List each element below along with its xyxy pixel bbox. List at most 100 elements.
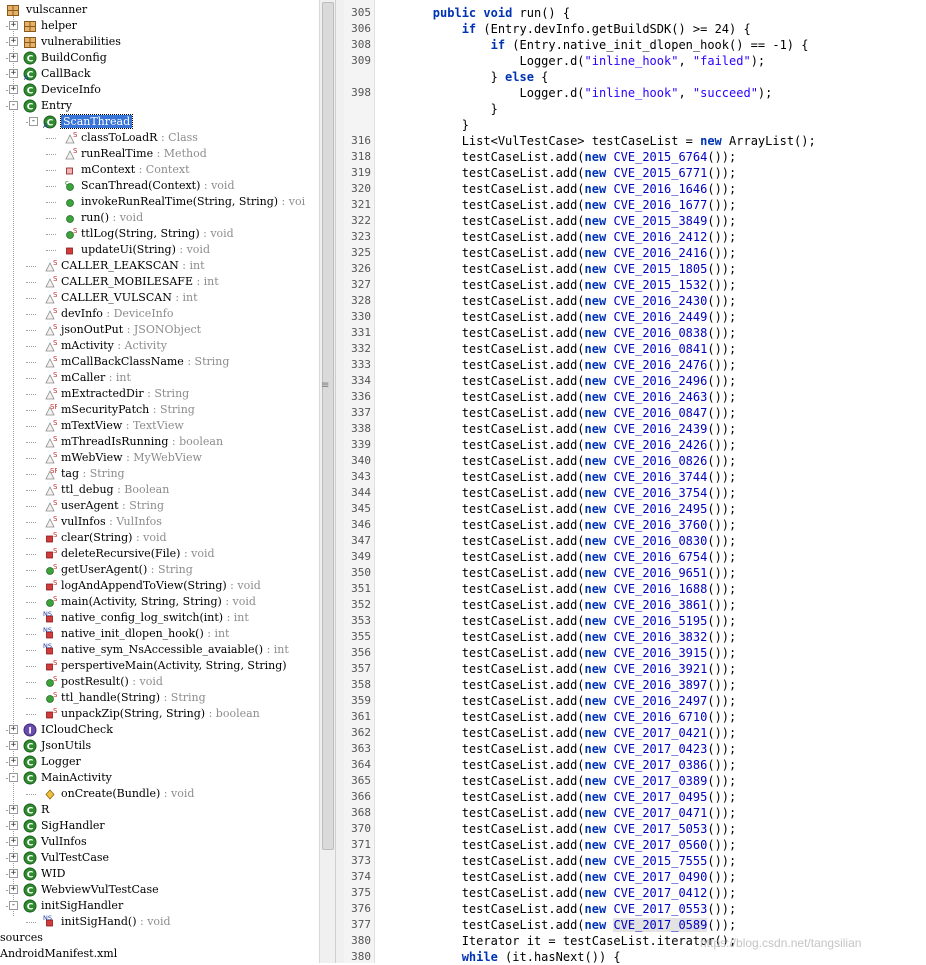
cve-class-name[interactable]: CVE_2016_2495 — [613, 502, 707, 516]
cve-class-name[interactable]: CVE_2017_0421 — [613, 726, 707, 740]
tree-node-label[interactable]: perspertiveMain(Activity, String, String… — [61, 658, 287, 674]
tree-node-name[interactable]: userAgent — [61, 499, 119, 512]
collapse-toggle[interactable]: - — [9, 101, 18, 110]
tree-node-name[interactable]: mSecurityPatch — [61, 403, 149, 416]
expand-toggle[interactable]: + — [9, 805, 18, 814]
code-line[interactable]: testCaseList.add(new CVE_2015_1532()); — [375, 277, 737, 293]
tree-node-label[interactable]: JsonUtils — [41, 738, 91, 754]
tree-node-name[interactable]: vulnerabilities — [41, 35, 121, 48]
tree-node-label[interactable]: helper — [41, 18, 77, 34]
tree-node-name[interactable]: mWebView — [61, 451, 123, 464]
code-line[interactable]: testCaseList.add(new CVE_2016_5195()); — [375, 613, 737, 629]
tree-node-label[interactable]: ttl_handle(String) : String — [61, 690, 206, 706]
tree-node-name[interactable]: ttl_debug — [61, 483, 114, 496]
code-line[interactable]: } — [375, 101, 498, 117]
tree-node-name[interactable]: BuildConfig — [41, 51, 107, 64]
cve-class-name[interactable]: CVE_2016_3744 — [613, 470, 707, 484]
tree-node-label[interactable]: getUserAgent() : String — [61, 562, 193, 578]
cve-class-name[interactable]: CVE_2016_3897 — [613, 678, 707, 692]
code-line[interactable]: testCaseList.add(new CVE_2016_3760()); — [375, 517, 737, 533]
tree-node-label[interactable]: WID — [41, 866, 65, 882]
code-line[interactable]: testCaseList.add(new CVE_2016_3861()); — [375, 597, 737, 613]
tree-node-label[interactable]: tag : String — [61, 466, 125, 482]
tree-node-name[interactable]: mCaller — [61, 371, 105, 384]
cve-class-name[interactable]: CVE_2017_5053 — [613, 822, 707, 836]
cve-class-name[interactable]: CVE_2017_0495 — [613, 790, 707, 804]
tree-node-name[interactable]: native_config_log_switch(int) — [61, 611, 223, 624]
code-line[interactable]: List<VulTestCase> testCaseList = new Arr… — [375, 133, 816, 149]
tree-node-label[interactable]: mContext : Context — [81, 162, 190, 178]
tree-node-label[interactable]: AndroidManifest.xml — [0, 946, 117, 962]
tree-node-label[interactable]: native_config_log_switch(int) : int — [61, 610, 249, 626]
tree-node-label[interactable]: Entry — [41, 98, 72, 114]
code-line[interactable]: testCaseList.add(new CVE_2017_0471()); — [375, 805, 737, 821]
code-line[interactable]: testCaseList.add(new CVE_2016_2497()); — [375, 693, 737, 709]
code-line[interactable]: testCaseList.add(new CVE_2017_0412()); — [375, 885, 737, 901]
code-editor[interactable]: public void run() { if (Entry.devInfo.ge… — [375, 0, 926, 963]
code-line[interactable]: if (Entry.native_init_dlopen_hook() == -… — [375, 37, 809, 53]
tree-node-label[interactable]: mExtractedDir : String — [61, 386, 189, 402]
tree-node-label[interactable]: logAndAppendToView(String) : void — [61, 578, 261, 594]
expand-toggle[interactable]: + — [9, 69, 18, 78]
code-line[interactable]: testCaseList.add(new CVE_2016_3832()); — [375, 629, 737, 645]
cve-class-name[interactable]: CVE_2016_2463 — [613, 390, 707, 404]
code-line[interactable]: testCaseList.add(new CVE_2016_0826()); — [375, 453, 737, 469]
cve-class-name[interactable]: CVE_2016_0841 — [613, 342, 707, 356]
cve-class-name[interactable]: CVE_2015_6771 — [613, 166, 707, 180]
tree-node-label[interactable]: CALLER_VULSCAN : int — [61, 290, 198, 306]
expand-toggle[interactable]: + — [9, 53, 18, 62]
code-line[interactable]: Logger.d("inline_hook", "failed"); — [375, 53, 765, 69]
cve-class-name[interactable]: CVE_2017_0389 — [613, 774, 707, 788]
code-line[interactable]: testCaseList.add(new CVE_2015_3849()); — [375, 213, 737, 229]
tree-node-label[interactable]: MainActivity — [41, 770, 112, 786]
code-line[interactable]: testCaseList.add(new CVE_2017_0386()); — [375, 757, 737, 773]
tree-node-name[interactable]: ttl_handle(String) — [61, 691, 160, 704]
tree-node-name[interactable]: helper — [41, 19, 77, 32]
tree-node-name[interactable]: mThreadIsRunning — [61, 435, 168, 448]
cve-class-name[interactable]: CVE_2016_3861 — [613, 598, 707, 612]
tree-node-name[interactable]: native_sym_NsAccessible_avaiable() — [61, 643, 263, 656]
code-line[interactable]: } else { — [375, 69, 549, 85]
cve-class-name[interactable]: CVE_2016_2449 — [613, 310, 707, 324]
code-line[interactable]: testCaseList.add(new CVE_2016_2495()); — [375, 501, 737, 517]
code-line[interactable]: testCaseList.add(new CVE_2017_0553()); — [375, 901, 737, 917]
tree-node-label[interactable]: jsonOutPut : JSONObject — [61, 322, 201, 338]
tree-node-label[interactable]: native_init_dlopen_hook() : int — [61, 626, 229, 642]
tree-node-label[interactable]: DeviceInfo — [41, 82, 101, 98]
tree-node-label[interactable]: runRealTime : Method — [81, 146, 207, 162]
code-line[interactable]: testCaseList.add(new CVE_2016_2430()); — [375, 293, 737, 309]
tree-node-label[interactable]: onCreate(Bundle) : void — [61, 786, 194, 802]
expand-toggle[interactable]: + — [9, 837, 18, 846]
cve-class-name[interactable]: CVE_2016_2476 — [613, 358, 707, 372]
tree-node-label[interactable]: postResult() : void — [61, 674, 163, 690]
cve-class-name[interactable]: CVE_2017_0423 — [613, 742, 707, 756]
cve-class-name[interactable]: CVE_2016_2496 — [613, 374, 707, 388]
tree-node-name[interactable]: SigHandler — [41, 819, 105, 832]
tree-node-label[interactable]: main(Activity, String, String) : void — [61, 594, 256, 610]
code-line[interactable]: } — [375, 117, 469, 133]
tree-node-label[interactable]: BuildConfig — [41, 50, 107, 66]
tree-node-name[interactable]: main(Activity, String, String) — [61, 595, 222, 608]
tree-node-name[interactable]: mCallBackClassName — [61, 355, 184, 368]
tree-node-name[interactable]: invokeRunRealTime(String, String) — [81, 195, 278, 208]
tree-node-label[interactable]: ScanThread — [59, 114, 134, 130]
tree-node-name[interactable]: mContext — [81, 163, 135, 176]
tree-node-name[interactable]: ICloudCheck — [41, 723, 113, 736]
expand-toggle[interactable]: + — [9, 85, 18, 94]
tree-node-label[interactable]: Logger — [41, 754, 81, 770]
cve-class-name[interactable]: CVE_2015_1805 — [613, 262, 707, 276]
tree-node-label[interactable]: ICloudCheck — [41, 722, 113, 738]
tree-node-name[interactable]: unpackZip(String, String) — [61, 707, 205, 720]
tree-node-label[interactable]: mActivity : Activity — [61, 338, 167, 354]
tree-node-name[interactable]: deleteRecursive(File) — [61, 547, 180, 560]
code-line[interactable]: testCaseList.add(new CVE_2016_6710()); — [375, 709, 737, 725]
code-line[interactable]: testCaseList.add(new CVE_2016_2416()); — [375, 245, 737, 261]
code-line[interactable]: public void run() { — [375, 5, 570, 21]
cve-class-name[interactable]: CVE_2016_2426 — [613, 438, 707, 452]
tree-node-label[interactable]: CALLER_LEAKSCAN : int — [61, 258, 205, 274]
cve-class-name[interactable]: CVE_2017_0553 — [613, 902, 707, 916]
cve-class-name[interactable]: CVE_2016_2416 — [613, 246, 707, 260]
cve-class-name[interactable]: CVE_2016_2430 — [613, 294, 707, 308]
code-line[interactable]: while (it.hasNext()) { — [375, 949, 621, 963]
code-line[interactable]: testCaseList.add(new CVE_2016_9651()); — [375, 565, 737, 581]
